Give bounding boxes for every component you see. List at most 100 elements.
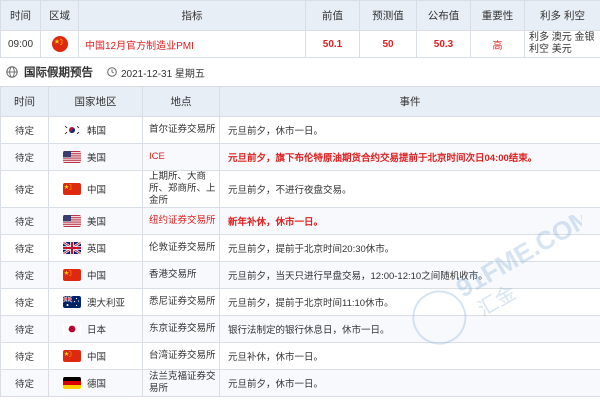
holiday-country: 中国: [87, 352, 107, 363]
holiday-time: 待定: [0, 143, 49, 171]
holiday-row[interactable]: 待定 英国 伦敦证券交易所 元旦前夕，提前于北京时间20:30休市。: [0, 234, 600, 262]
holiday-time: 待定: [0, 261, 49, 289]
holiday-country-cell: 中国: [48, 170, 143, 208]
australia-flag-icon: [63, 296, 81, 308]
indicator-table: 时间 区域 指标 前值 预测值 公布值 重要性 利多 利空 09:00 中国12…: [0, 0, 600, 58]
region-flag-cell: [40, 30, 79, 58]
indicator-name[interactable]: 中国12月官方制造业PMI: [78, 30, 306, 58]
holiday-country-cell: 美国: [48, 207, 143, 235]
indicator-prev: 50.1: [305, 30, 360, 58]
holiday-row[interactable]: 待定 中国 香港交易所 元旦前夕，当天只进行早盘交易，12:00-12:10之间随机收…: [0, 261, 600, 289]
indicator-row[interactable]: 09:00 中国12月官方制造业PMI 50.1 50 50.3 高 利多 澳元…: [0, 30, 600, 58]
holiday-event: 银行法制定的银行休息日，休市一日。: [219, 315, 600, 343]
bearish-line: 利空 美元: [529, 44, 572, 55]
holiday-country: 澳大利亚: [87, 298, 126, 309]
holiday-row[interactable]: 待定 美国 纽约证券交易所 新年补休，休市一日。: [0, 207, 600, 235]
holiday-row[interactable]: 待定 澳大利亚 悉尼证券交易所 元旦前夕，提前于北京时间11:10休市。: [0, 288, 600, 316]
holiday-country-cell: 日本: [48, 315, 143, 343]
holiday-country-cell: 美国: [48, 143, 143, 171]
col-hol-event: 事件: [219, 86, 600, 117]
col-actual: 公布值: [416, 0, 471, 31]
holiday-event: 元旦前夕，提前于北京时间11:10休市。: [219, 288, 600, 316]
holiday-event: 元旦前夕，旗下布伦特原油期货合约交易提前于北京时间次日04:00结束。: [219, 143, 600, 171]
holiday-place: 纽约证券交易所: [142, 207, 220, 235]
holiday-time: 待定: [0, 234, 49, 262]
holiday-event: 元旦前夕，当天只进行早盘交易，12:00-12:10之间随机收市。: [219, 261, 600, 289]
holiday-country: 中国: [87, 185, 107, 196]
holiday-country: 中国: [87, 271, 107, 282]
clock-icon: [107, 67, 117, 77]
china-flag-icon: [63, 350, 81, 362]
holiday-country-cell: 中国: [48, 261, 143, 289]
usa-flag-icon: [63, 215, 81, 227]
korea-flag-icon: [63, 124, 81, 136]
holiday-time: 待定: [0, 207, 49, 235]
holiday-event: 元旦前夕，休市一日。: [219, 116, 600, 144]
holiday-country-cell: 中国: [48, 342, 143, 370]
col-forecast: 预测值: [359, 0, 417, 31]
holiday-header-row: 时间 国家地区 地点 事件: [0, 86, 600, 117]
globe-icon: [6, 66, 18, 78]
col-indicator: 指标: [78, 0, 306, 31]
holiday-row[interactable]: 待定 美国 ICE 元旦前夕，旗下布伦特原油期货合约交易提前于北京时间次日04:00结…: [0, 143, 600, 171]
col-hol-country: 国家地区: [48, 86, 143, 117]
germany-flag-icon: [63, 377, 81, 389]
indicator-actual: 50.3: [416, 30, 471, 58]
holiday-time: 待定: [0, 342, 49, 370]
indicator-importance: 高: [470, 30, 525, 58]
holiday-event: 元旦前夕，休市一日。: [219, 369, 600, 397]
holiday-country: 日本: [87, 325, 107, 336]
holiday-country-cell: 德国: [48, 369, 143, 397]
holiday-time: 待定: [0, 288, 49, 316]
holiday-country: 美国: [87, 153, 107, 164]
holiday-section-header: 国际假期预告 2021-12-31 星期五: [0, 58, 600, 86]
holiday-country: 美国: [87, 217, 107, 228]
china-flag-icon: [51, 36, 68, 52]
japan-flag-icon: [63, 323, 81, 335]
holiday-country-cell: 韩国: [48, 116, 143, 144]
holiday-time: 待定: [0, 116, 49, 144]
china-flag-icon: [63, 183, 81, 195]
section-date: 2021-12-31 星期五: [121, 68, 205, 80]
holiday-country: 德国: [87, 379, 107, 390]
col-region: 区域: [40, 0, 79, 31]
holiday-row[interactable]: 待定 德国 法兰克福证券交易所 元旦前夕，休市一日。: [0, 369, 600, 397]
holiday-time: 待定: [0, 369, 49, 397]
holiday-time: 待定: [0, 170, 49, 208]
indicator-forecast: 50: [359, 30, 417, 58]
holiday-country: 英国: [87, 244, 107, 255]
china-flag-icon: [63, 269, 81, 281]
holiday-place: ICE: [142, 143, 220, 171]
holiday-country-cell: 英国: [48, 234, 143, 262]
holiday-place: 上期所、大商所、郑商所、上金所: [142, 170, 220, 208]
holiday-row[interactable]: 待定 中国 上期所、大商所、郑商所、上金所 元旦前夕，不进行夜盘交易。: [0, 170, 600, 208]
usa-flag-icon: [63, 151, 81, 163]
uk-flag-icon: [63, 242, 81, 254]
holiday-row[interactable]: 待定 日本 东京证券交易所 银行法制定的银行休息日，休市一日。: [0, 315, 600, 343]
holiday-table: 时间 国家地区 地点 事件 待定 韩国 首尔证券交易所 元旦前夕，休市一日。 待定 美国 I…: [0, 86, 600, 397]
holiday-country: 韩国: [87, 126, 107, 137]
holiday-place: 台湾证券交易所: [142, 342, 220, 370]
col-hol-place: 地点: [142, 86, 220, 117]
holiday-place: 东京证券交易所: [142, 315, 220, 343]
holiday-row[interactable]: 待定 中国 台湾证券交易所 元旦补休，休市一日。: [0, 342, 600, 370]
holiday-time: 待定: [0, 315, 49, 343]
holiday-event: 元旦补休，休市一日。: [219, 342, 600, 370]
holiday-place: 香港交易所: [142, 261, 220, 289]
indicator-time: 09:00: [0, 30, 41, 58]
bullish-line: 利多 澳元 金银: [529, 32, 595, 43]
col-importance: 重要性: [470, 0, 525, 31]
col-prev: 前值: [305, 0, 360, 31]
indicator-impact: 利多 澳元 金银 利空 美元: [524, 30, 600, 58]
holiday-event: 元旦前夕，不进行夜盘交易。: [219, 170, 600, 208]
col-time: 时间: [0, 0, 41, 31]
holiday-place: 首尔证券交易所: [142, 116, 220, 144]
holiday-place: 法兰克福证券交易所: [142, 369, 220, 397]
holiday-row[interactable]: 待定 韩国 首尔证券交易所 元旦前夕，休市一日。: [0, 116, 600, 144]
holiday-place: 悉尼证券交易所: [142, 288, 220, 316]
holiday-event: 新年补休，休市一日。: [219, 207, 600, 235]
holiday-country-cell: 澳大利亚: [48, 288, 143, 316]
indicator-header-row: 时间 区域 指标 前值 预测值 公布值 重要性 利多 利空: [0, 0, 600, 31]
holiday-event: 元旦前夕，提前于北京时间20:30休市。: [219, 234, 600, 262]
col-hol-time: 时间: [0, 86, 49, 117]
